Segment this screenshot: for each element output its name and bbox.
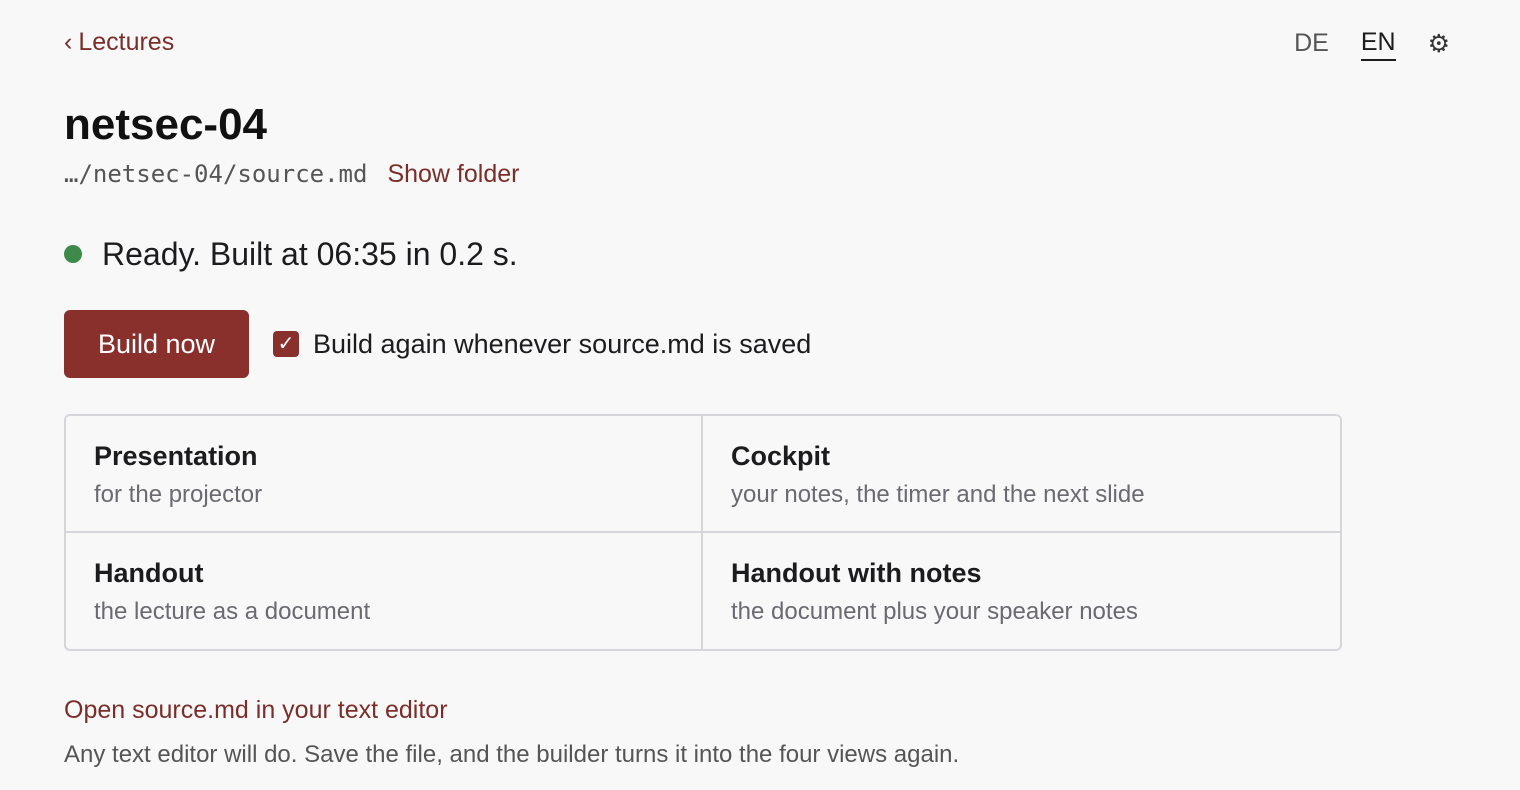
editor-hint: Any text editor will do. Save the file, … (64, 741, 960, 768)
status-text: Ready. Built at 06:35 in 0.2 s. (102, 236, 518, 272)
build-actions: Build now ✓ Build again whenever source.… (64, 310, 811, 378)
language-en-button[interactable]: EN (1360, 27, 1396, 61)
auto-build-checkbox[interactable]: ✓ (273, 331, 299, 357)
view-description: for the projector (94, 481, 263, 508)
chevron-left-icon: ‹ (64, 28, 73, 56)
view-handout[interactable]: Handout the lecture as a document (66, 532, 703, 649)
build-now-button[interactable]: Build now (64, 310, 249, 378)
back-to-lectures-link[interactable]: ‹ Lectures (64, 27, 174, 57)
view-name: Handout (94, 557, 204, 588)
view-name: Handout with notes (731, 557, 982, 588)
view-cockpit[interactable]: Cockpit your notes, the timer and the ne… (703, 416, 1340, 533)
status-dot-icon (64, 245, 82, 263)
lecture-page: ‹ Lectures DE EN ⚙ netsec-04 …/netsec-04/… (0, 0, 1520, 790)
view-name: Presentation (94, 441, 258, 471)
gear-icon[interactable]: ⚙ (1428, 29, 1450, 59)
view-description: your notes, the timer and the next slide (731, 481, 1145, 508)
auto-build-toggle[interactable]: ✓ Build again whenever source.md is save… (273, 329, 811, 360)
page-title: netsec-04 (64, 100, 268, 149)
language-de-button[interactable]: DE (1294, 28, 1329, 60)
open-in-editor-link[interactable]: Open source.md in your text editor (64, 694, 448, 726)
show-folder-link[interactable]: Show folder (387, 160, 519, 189)
view-description: the lecture as a document (94, 597, 371, 625)
view-presentation[interactable]: Presentation for the projector (66, 416, 703, 533)
source-path-row: …/netsec-04/source.md Show folder (64, 160, 519, 189)
view-name: Cockpit (731, 441, 831, 471)
source-path: …/netsec-04/source.md (64, 160, 368, 188)
auto-build-label: Build again whenever source.md is saved (313, 328, 812, 359)
views-grid: Presentation for the projector Cockpit y… (64, 414, 1342, 651)
back-link-label: Lectures (78, 28, 175, 56)
view-handout-with-notes[interactable]: Handout with notes the document plus you… (703, 533, 1340, 650)
build-status: Ready. Built at 06:35 in 0.2 s. (64, 232, 518, 276)
top-right-controls: DE EN ⚙ (1294, 27, 1450, 61)
view-description: the document plus your speaker notes (731, 597, 1138, 625)
